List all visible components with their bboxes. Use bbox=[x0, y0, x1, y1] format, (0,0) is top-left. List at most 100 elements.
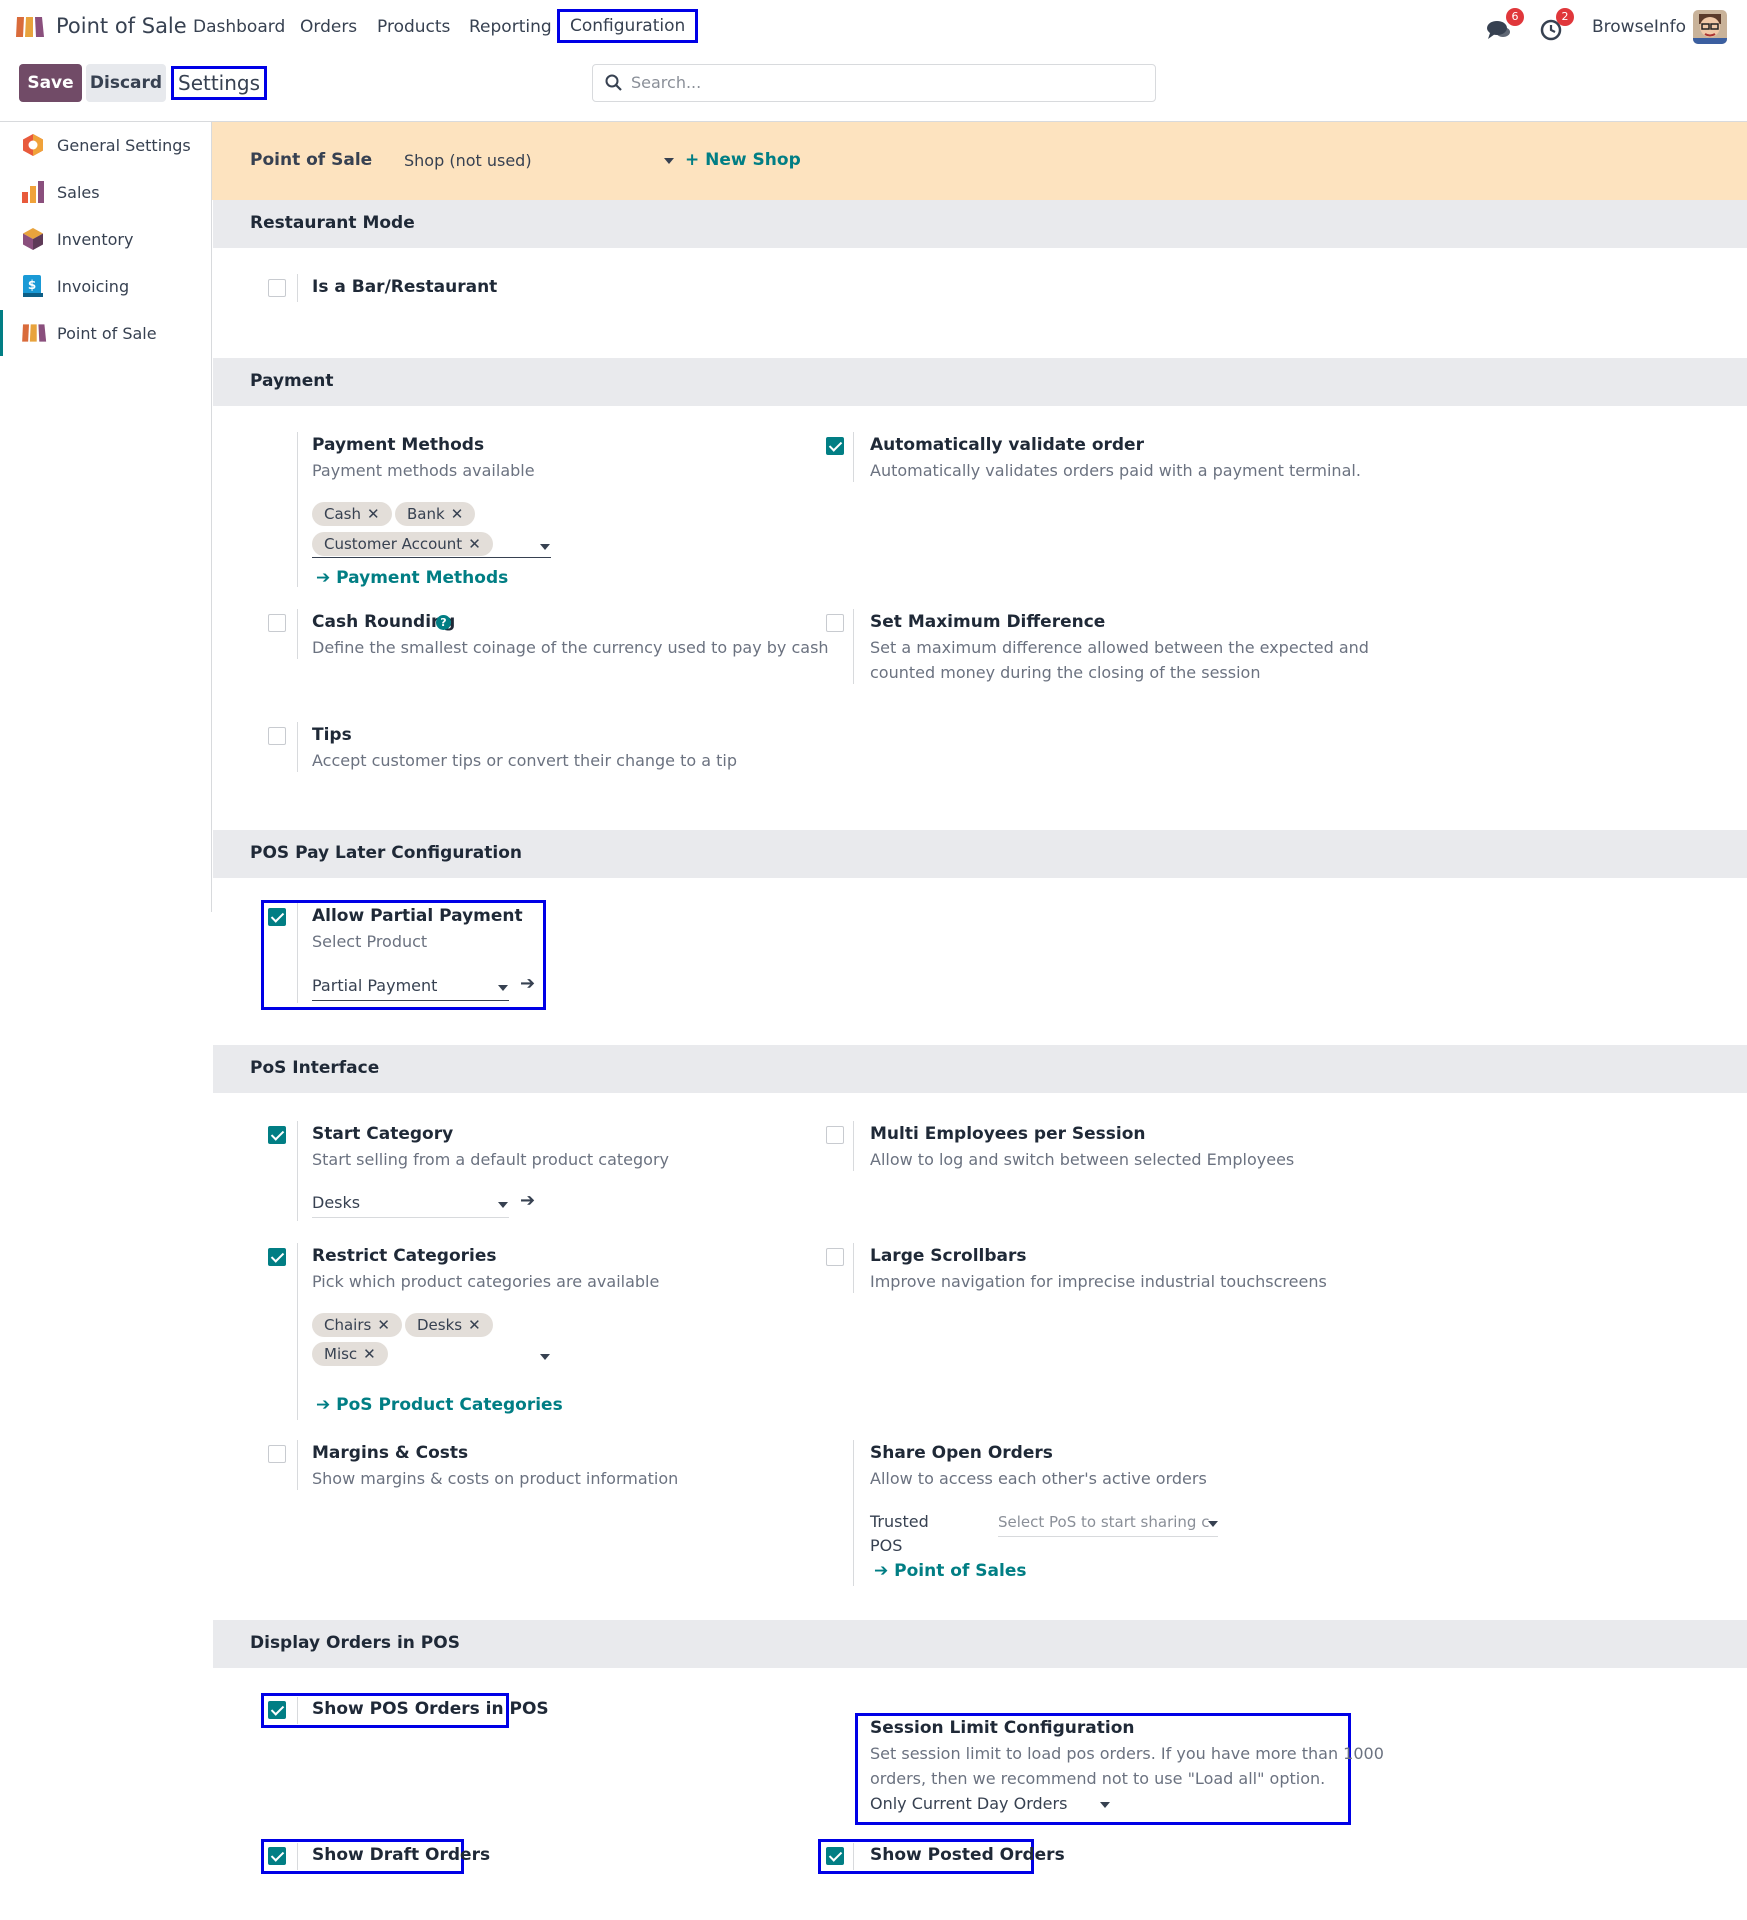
activities-button[interactable]: 2 bbox=[1540, 8, 1580, 44]
chevron-down-icon[interactable] bbox=[498, 1202, 508, 1208]
inventory-box-icon bbox=[23, 228, 43, 250]
session-limit-title: Session Limit Configuration bbox=[870, 1718, 1135, 1738]
restrict-categories-checkbox[interactable] bbox=[268, 1248, 286, 1266]
partial-payment-checkbox[interactable] bbox=[268, 908, 286, 926]
app-title[interactable]: Point of Sale bbox=[56, 14, 187, 38]
pos-shop-icon bbox=[22, 324, 47, 342]
avatar[interactable] bbox=[1693, 10, 1727, 44]
search-icon bbox=[605, 74, 622, 91]
auto-validate-checkbox[interactable] bbox=[826, 437, 844, 455]
share-orders-title: Share Open Orders bbox=[870, 1443, 1053, 1463]
search-input[interactable]: Search... bbox=[592, 64, 1156, 102]
sidebar-item-general-settings[interactable]: General Settings bbox=[0, 122, 211, 168]
section-title: Restaurant Mode bbox=[250, 213, 415, 233]
setting-divider bbox=[297, 609, 298, 659]
pos-selector-label: Point of Sale bbox=[250, 150, 373, 170]
payment-methods-input[interactable] bbox=[312, 557, 551, 558]
menu-reporting[interactable]: Reporting bbox=[469, 17, 552, 37]
show-pos-orders-checkbox[interactable] bbox=[268, 1701, 286, 1719]
arrow-right-icon[interactable]: ➔ bbox=[520, 973, 535, 994]
chevron-down-icon[interactable] bbox=[540, 1354, 550, 1360]
arrow-right-icon[interactable]: ➔ bbox=[520, 1190, 535, 1211]
max-difference-checkbox[interactable] bbox=[826, 614, 844, 632]
chevron-down-icon[interactable] bbox=[540, 544, 550, 550]
max-difference-title: Set Maximum Difference bbox=[870, 612, 1106, 632]
sidebar-item-point-of-sale[interactable]: Point of Sale bbox=[0, 310, 211, 356]
payment-tag-customer-account[interactable]: Customer Account ✕ bbox=[312, 532, 493, 556]
setting-divider bbox=[297, 1697, 298, 1724]
setting-divider bbox=[853, 609, 854, 684]
remove-tag-icon[interactable]: ✕ bbox=[451, 505, 464, 523]
start-category-checkbox[interactable] bbox=[268, 1126, 286, 1144]
multi-employees-checkbox[interactable] bbox=[826, 1126, 844, 1144]
chevron-down-icon[interactable] bbox=[1208, 1521, 1218, 1527]
large-scrollbars-checkbox[interactable] bbox=[826, 1248, 844, 1266]
sidebar-item-inventory[interactable]: Inventory bbox=[0, 216, 211, 262]
settings-sidebar: General Settings Sales Inventory $ Invoi… bbox=[0, 122, 212, 912]
messages-badge: 6 bbox=[1506, 8, 1524, 26]
section-pos-interface: PoS Interface bbox=[213, 1045, 1747, 1093]
show-posted-orders-label: Show Posted Orders bbox=[870, 1845, 1065, 1865]
remove-tag-icon[interactable]: ✕ bbox=[367, 505, 380, 523]
messages-button[interactable]: 6 bbox=[1486, 8, 1526, 44]
start-category-title: Start Category bbox=[312, 1124, 454, 1144]
max-difference-desc: Set a maximum difference allowed between… bbox=[870, 638, 1369, 657]
trusted-pos-input[interactable]: Select PoS to start sharing c bbox=[998, 1513, 1209, 1531]
trusted-pos-label: POS bbox=[870, 1536, 903, 1555]
partial-payment-product-select[interactable]: Partial Payment bbox=[312, 976, 437, 995]
save-button[interactable]: Save bbox=[19, 64, 82, 102]
section-title: PoS Interface bbox=[250, 1058, 380, 1078]
section-display-orders: Display Orders in POS bbox=[213, 1620, 1747, 1668]
menu-orders[interactable]: Orders bbox=[300, 17, 357, 37]
menu-dashboard[interactable]: Dashboard bbox=[193, 17, 285, 37]
search-placeholder: Search... bbox=[631, 73, 702, 92]
payment-methods-desc: Payment methods available bbox=[312, 461, 535, 480]
margins-costs-checkbox[interactable] bbox=[268, 1445, 286, 1463]
remove-tag-icon[interactable]: ✕ bbox=[468, 1316, 481, 1334]
category-tag-misc[interactable]: Misc ✕ bbox=[312, 1342, 388, 1366]
point-of-sales-link[interactable]: ➔ Point of Sales bbox=[874, 1561, 1026, 1581]
discard-button[interactable]: Discard bbox=[86, 64, 166, 102]
setting-divider bbox=[297, 1843, 298, 1870]
user-name[interactable]: BrowseInfo bbox=[1592, 17, 1686, 37]
setting-divider bbox=[297, 1440, 298, 1490]
remove-tag-icon[interactable]: ✕ bbox=[468, 535, 481, 553]
chevron-down-icon[interactable] bbox=[498, 985, 508, 991]
is-bar-checkbox[interactable] bbox=[268, 279, 286, 297]
payment-tag-bank[interactable]: Bank ✕ bbox=[395, 502, 476, 526]
start-category-select[interactable]: Desks bbox=[312, 1193, 360, 1212]
menu-configuration[interactable]: Configuration bbox=[557, 9, 699, 43]
pos-app-icon[interactable] bbox=[15, 13, 47, 41]
remove-tag-icon[interactable]: ✕ bbox=[377, 1316, 390, 1334]
partial-payment-input[interactable] bbox=[312, 1000, 509, 1001]
remove-tag-icon[interactable]: ✕ bbox=[363, 1345, 376, 1363]
category-tag-desks[interactable]: Desks ✕ bbox=[405, 1313, 493, 1337]
show-draft-orders-checkbox[interactable] bbox=[268, 1847, 286, 1865]
payment-methods-link[interactable]: ➔ Payment Methods bbox=[316, 568, 508, 588]
new-shop-button[interactable]: + New Shop bbox=[685, 150, 801, 170]
gear-hex-icon bbox=[23, 134, 43, 156]
show-posted-orders-checkbox[interactable] bbox=[826, 1847, 844, 1865]
breadcrumb: Settings bbox=[171, 66, 268, 100]
menu-products[interactable]: Products bbox=[377, 17, 450, 37]
chevron-down-icon[interactable] bbox=[1100, 1802, 1110, 1808]
multi-employees-desc: Allow to log and switch between selected… bbox=[870, 1150, 1295, 1169]
margins-costs-desc: Show margins & costs on product informat… bbox=[312, 1469, 679, 1488]
pos-product-categories-link[interactable]: ➔ PoS Product Categories bbox=[316, 1395, 563, 1415]
start-category-input[interactable] bbox=[312, 1217, 509, 1218]
is-bar-label: Is a Bar/Restaurant bbox=[312, 277, 498, 297]
setting-divider bbox=[853, 1243, 854, 1293]
session-limit-select[interactable]: Only Current Day Orders bbox=[870, 1794, 1067, 1813]
chevron-down-icon[interactable] bbox=[664, 158, 674, 164]
cash-rounding-checkbox[interactable] bbox=[268, 614, 286, 632]
tips-checkbox[interactable] bbox=[268, 727, 286, 745]
payment-tag-cash[interactable]: Cash ✕ bbox=[312, 502, 392, 526]
pos-selector-banner: Point of Sale Shop (not used) + New Shop bbox=[212, 122, 1747, 200]
setting-divider bbox=[297, 1243, 298, 1420]
pos-selector-value[interactable]: Shop (not used) bbox=[404, 151, 532, 170]
session-limit-desc: orders, then we recommend not to use "Lo… bbox=[870, 1769, 1326, 1788]
sidebar-item-invoicing[interactable]: $ Invoicing bbox=[0, 263, 211, 309]
category-tag-chairs[interactable]: Chairs ✕ bbox=[312, 1313, 402, 1337]
help-icon[interactable]: ? bbox=[436, 615, 451, 630]
sidebar-item-sales[interactable]: Sales bbox=[0, 169, 211, 215]
